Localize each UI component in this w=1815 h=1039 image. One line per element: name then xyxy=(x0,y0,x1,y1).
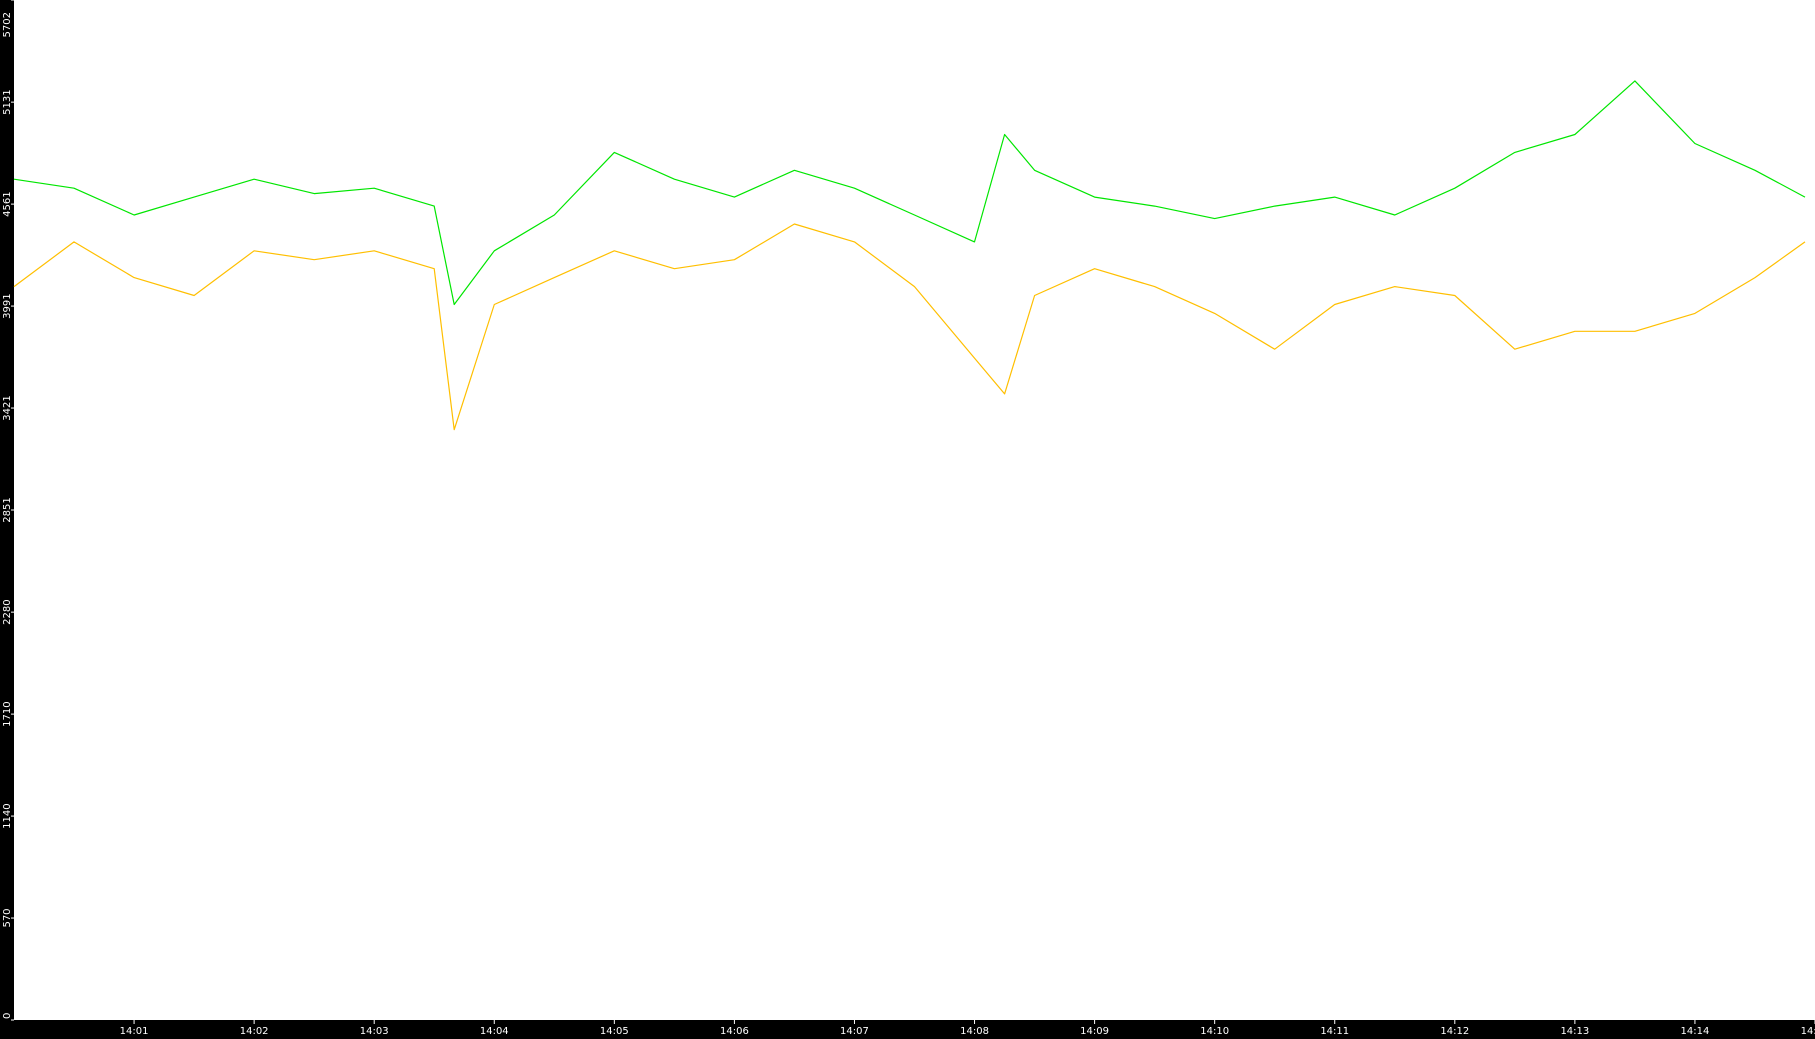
y-tick-label: 5131 xyxy=(2,89,13,114)
x-tick-label: 14:04 xyxy=(480,1026,509,1037)
line-chart: 14:01 14:02 14:03 14:04 14:05 14:06 14:07 14:08… xyxy=(0,0,1815,1039)
y-tick-label: 4561 xyxy=(2,191,13,216)
x-tick-label: 14:12 xyxy=(1440,1026,1469,1037)
x-tick-label: 14:01 xyxy=(120,1026,149,1037)
y-tick-label: 1140 xyxy=(2,803,13,828)
y-tick-label: 2851 xyxy=(2,497,13,522)
y-tick-label: 0 xyxy=(2,1013,13,1019)
x-tick-label: 14:03 xyxy=(360,1026,389,1037)
x-tick-label: 14:14 xyxy=(1681,1026,1710,1037)
y-tick-label: 3421 xyxy=(2,395,13,420)
x-tick-label: 14:09 xyxy=(1080,1026,1109,1037)
x-tick-label: 14:07 xyxy=(840,1026,869,1037)
x-tick-label: 14:02 xyxy=(240,1026,269,1037)
x-tick-label: 14:13 xyxy=(1560,1026,1589,1037)
chart-svg: 14:01 14:02 14:03 14:04 14:05 14:06 14:07 14:08… xyxy=(0,0,1815,1039)
y-tick-label: 2280 xyxy=(2,599,13,624)
y-tick-label: 570 xyxy=(2,908,13,927)
x-tick-label: 14:05 xyxy=(600,1026,629,1037)
x-tick-label: 14:11 xyxy=(1320,1026,1349,1037)
y-tick-label: 1710 xyxy=(2,701,13,726)
x-tick-label: 14:10 xyxy=(1200,1026,1229,1037)
x-tick-label: 14:06 xyxy=(720,1026,749,1037)
x-tick-label: 14:15 xyxy=(1801,1026,1815,1037)
y-tick-label: 5702 xyxy=(2,12,13,37)
y-tick-label: 3991 xyxy=(2,293,13,318)
plot-area xyxy=(14,0,1815,1020)
x-tick-label: 14:08 xyxy=(960,1026,989,1037)
